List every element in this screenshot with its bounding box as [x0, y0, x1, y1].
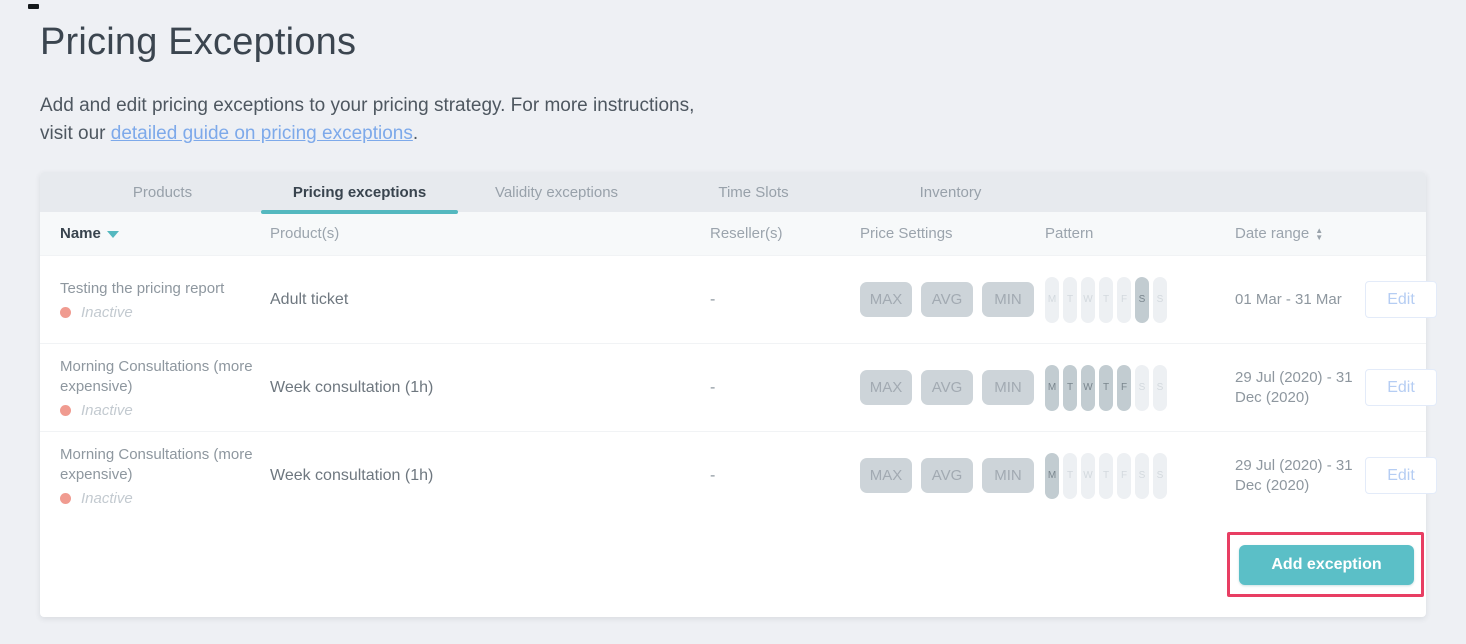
day-pill-6: S	[1153, 453, 1167, 499]
day-pill-3: T	[1099, 453, 1113, 499]
table-row: Morning Consultations (more expensive) I…	[40, 431, 1426, 519]
product-cell: Adult ticket	[270, 291, 710, 309]
price-settings-cell: MAX AVG MIN	[860, 370, 1045, 405]
status-dot-icon	[60, 307, 71, 318]
day-pill-3: T	[1099, 365, 1113, 411]
day-pill-0: M	[1045, 365, 1059, 411]
day-pill-5: S	[1135, 365, 1149, 411]
header-products: Product(s)	[270, 225, 710, 242]
day-pill-5: S	[1135, 453, 1149, 499]
day-pill-3: T	[1099, 277, 1113, 323]
card-footer: Add exception	[40, 519, 1426, 616]
day-pill-4: F	[1117, 277, 1131, 323]
status-label: Inactive	[81, 402, 133, 419]
day-pill-5: S	[1135, 277, 1149, 323]
reseller-cell: -	[710, 467, 860, 485]
day-pill-6: S	[1153, 365, 1167, 411]
table-row: Morning Consultations (more expensive) I…	[40, 343, 1426, 431]
min-badge: MIN	[982, 458, 1034, 493]
edit-button[interactable]: Edit	[1365, 281, 1437, 318]
product-cell: Week consultation (1h)	[270, 379, 710, 397]
page-title: Pricing Exceptions	[40, 21, 356, 64]
tab-bar: Products Pricing exceptions Validity exc…	[40, 172, 1426, 212]
table-header-row: Name Product(s) Reseller(s) Price Settin…	[40, 212, 1426, 255]
product-cell: Week consultation (1h)	[270, 467, 710, 485]
day-pill-4: F	[1117, 365, 1131, 411]
day-pill-0: M	[1045, 277, 1059, 323]
table-row: Testing the pricing report Inactive Adul…	[40, 255, 1426, 343]
add-exception-button[interactable]: Add exception	[1239, 545, 1414, 585]
tab-products[interactable]: Products	[64, 172, 261, 212]
date-range-cell: 29 Jul (2020) - 31 Dec (2020)	[1235, 456, 1365, 496]
min-badge: MIN	[982, 282, 1034, 317]
min-badge: MIN	[982, 370, 1034, 405]
pricing-guide-link[interactable]: detailed guide on pricing exceptions	[111, 123, 413, 144]
avg-badge: AVG	[921, 282, 973, 317]
exception-name: Morning Consultations (more expensive)	[60, 357, 260, 397]
sort-caret-down-icon	[107, 231, 119, 238]
exception-name: Morning Consultations (more expensive)	[60, 445, 260, 485]
day-pill-1: T	[1063, 277, 1077, 323]
header-pattern: Pattern	[1045, 225, 1235, 242]
weekday-pattern: MTWTFSS	[1045, 277, 1235, 323]
reseller-cell: -	[710, 291, 860, 309]
tab-pricing-exceptions[interactable]: Pricing exceptions	[261, 172, 458, 212]
edit-button[interactable]: Edit	[1365, 369, 1437, 406]
sort-both-icon: ▲▼	[1315, 227, 1323, 241]
avg-badge: AVG	[921, 458, 973, 493]
date-range-cell: 01 Mar - 31 Mar	[1235, 290, 1365, 310]
page-subtitle: Add and edit pricing exceptions to your …	[40, 92, 694, 148]
status-dot-icon	[60, 493, 71, 504]
date-range-cell: 29 Jul (2020) - 31 Dec (2020)	[1235, 368, 1365, 408]
subtitle-line2-suffix: .	[413, 123, 418, 144]
weekday-pattern: MTWTFSS	[1045, 365, 1235, 411]
max-badge: MAX	[860, 282, 912, 317]
day-pill-2: W	[1081, 453, 1095, 499]
subtitle-line2-prefix: visit our	[40, 123, 111, 144]
day-pill-1: T	[1063, 453, 1077, 499]
exception-name: Testing the pricing report	[60, 279, 260, 299]
header-name[interactable]: Name	[60, 225, 270, 242]
header-price-settings: Price Settings	[860, 225, 1045, 242]
tab-time-slots[interactable]: Time Slots	[655, 172, 852, 212]
header-date-range[interactable]: Date range ▲▼	[1235, 225, 1365, 242]
day-pill-4: F	[1117, 453, 1131, 499]
price-settings-cell: MAX AVG MIN	[860, 458, 1045, 493]
day-pill-0: M	[1045, 453, 1059, 499]
pricing-exceptions-card: Products Pricing exceptions Validity exc…	[40, 172, 1426, 617]
top-left-mark	[28, 4, 39, 9]
day-pill-2: W	[1081, 277, 1095, 323]
status-label: Inactive	[81, 490, 133, 507]
day-pill-6: S	[1153, 277, 1167, 323]
max-badge: MAX	[860, 370, 912, 405]
tab-validity-exceptions[interactable]: Validity exceptions	[458, 172, 655, 212]
status-line: Inactive	[60, 304, 260, 321]
max-badge: MAX	[860, 458, 912, 493]
edit-button[interactable]: Edit	[1365, 457, 1437, 494]
price-settings-cell: MAX AVG MIN	[860, 282, 1045, 317]
status-label: Inactive	[81, 304, 133, 321]
tab-inventory[interactable]: Inventory	[852, 172, 1049, 212]
avg-badge: AVG	[921, 370, 973, 405]
weekday-pattern: MTWTFSS	[1045, 453, 1235, 499]
day-pill-2: W	[1081, 365, 1095, 411]
day-pill-1: T	[1063, 365, 1077, 411]
reseller-cell: -	[710, 379, 860, 397]
status-dot-icon	[60, 405, 71, 416]
status-line: Inactive	[60, 490, 260, 507]
status-line: Inactive	[60, 402, 260, 419]
subtitle-line1: Add and edit pricing exceptions to your …	[40, 95, 694, 116]
header-resellers: Reseller(s)	[710, 225, 860, 242]
